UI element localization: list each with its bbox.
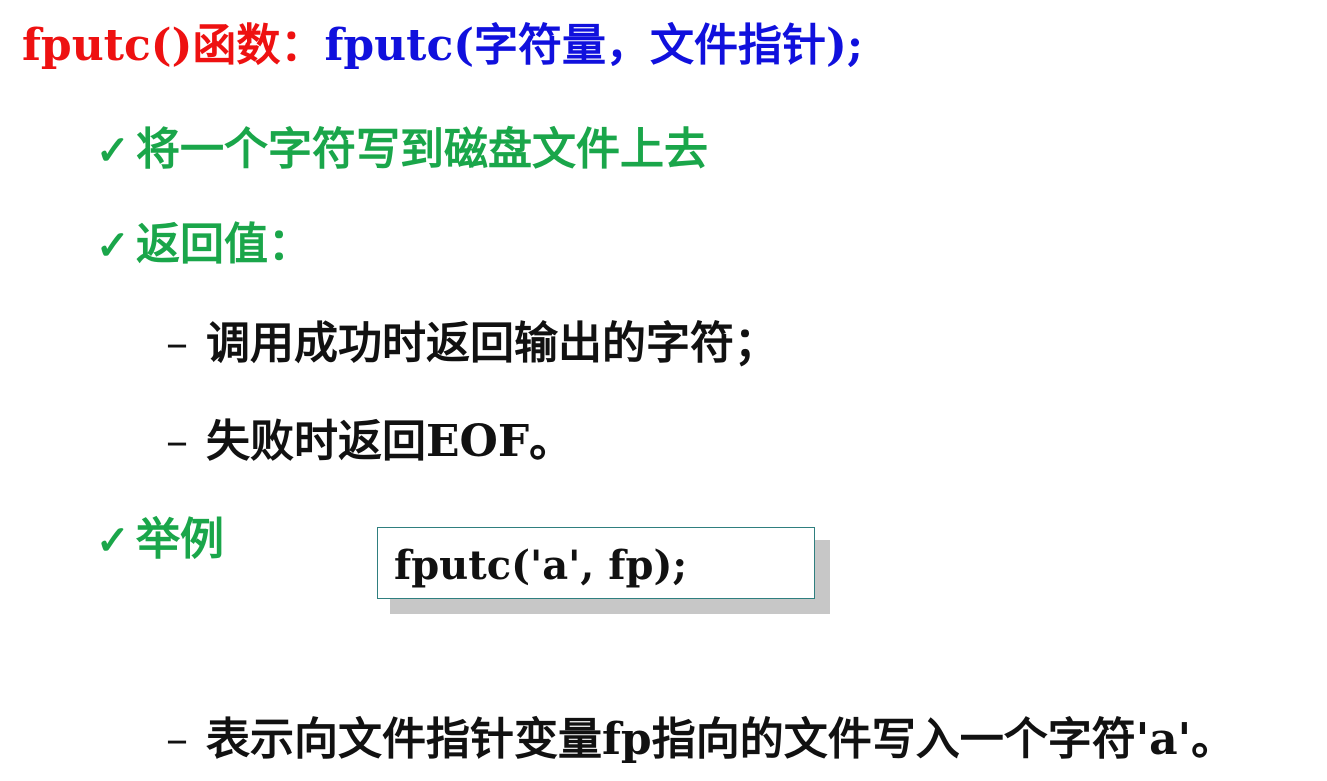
check-icon: ✓ [96, 222, 130, 269]
bullet-return-value-text: 返回值： [136, 219, 312, 270]
dash-icon: – [166, 714, 188, 765]
slide-title: fputc()函数：fputc(字符量，文件指针); [22, 24, 863, 68]
sub-bullet-explanation-text: 表示向文件指针变量fp指向的文件写入一个字符'a'。 [206, 714, 1236, 765]
bullet-purpose-text: 将一个字符写到磁盘文件上去 [136, 124, 708, 175]
sub-bullet-explanation: – 表示向文件指针变量fp指向的文件写入一个字符'a'。 [166, 718, 1235, 762]
sub-bullet-failure: – 失败时返回EOF。 [166, 420, 573, 464]
function-label: fputc()函数： [22, 20, 325, 71]
function-signature: fputc(字符量，文件指针); [324, 20, 864, 71]
check-icon: ✓ [96, 127, 130, 174]
bullet-example: ✓ 举例 [96, 518, 224, 562]
dash-icon: – [166, 416, 188, 467]
code-example-box: fputc('a', fp); [377, 527, 815, 599]
sub-bullet-success: – 调用成功时返回输出的字符； [166, 322, 778, 366]
check-icon: ✓ [96, 517, 130, 564]
bullet-return-value: ✓ 返回值： [96, 223, 312, 267]
bullet-purpose: ✓ 将一个字符写到磁盘文件上去 [96, 128, 708, 172]
sub-bullet-success-text: 调用成功时返回输出的字符； [206, 318, 778, 369]
code-example-text: fputc('a', fp); [394, 542, 688, 589]
sub-bullet-failure-text: 失败时返回EOF。 [206, 416, 574, 467]
bullet-example-text: 举例 [136, 514, 224, 565]
dash-icon: – [166, 318, 188, 369]
